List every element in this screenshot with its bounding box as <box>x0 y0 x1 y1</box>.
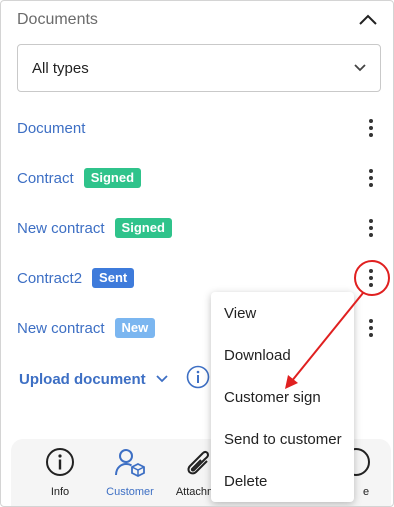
more-options-icon[interactable] <box>368 168 374 188</box>
document-type-select[interactable]: All types <box>17 44 381 92</box>
tab-customer[interactable]: Customer <box>95 447 165 498</box>
tab-label: Customer <box>106 486 154 498</box>
document-name[interactable]: Contract2 <box>17 270 82 287</box>
more-options-icon[interactable] <box>368 118 374 138</box>
document-name[interactable]: Contract <box>17 170 74 187</box>
upload-document-button[interactable]: Upload document <box>19 365 210 393</box>
document-row[interactable]: Contract2 Sent <box>17 264 381 292</box>
info-icon <box>45 447 75 482</box>
document-row[interactable]: Document <box>17 114 381 142</box>
documents-header[interactable]: Documents <box>17 9 379 31</box>
menu-item-send-to-customer[interactable]: Send to customer <box>224 431 342 448</box>
status-badge: Signed <box>114 218 172 238</box>
status-badge: New <box>114 318 156 338</box>
tab-label: e <box>362 486 370 498</box>
chevron-down-icon <box>354 59 366 77</box>
document-name[interactable]: New contract <box>17 320 105 337</box>
document-row[interactable]: Contract Signed <box>17 164 381 192</box>
menu-item-download[interactable]: Download <box>224 347 291 364</box>
more-options-icon[interactable] <box>368 268 374 288</box>
document-row[interactable]: New contract Signed <box>17 214 381 242</box>
document-name[interactable]: New contract <box>17 220 105 237</box>
section-title: Documents <box>17 11 98 28</box>
status-badge: Signed <box>83 168 142 188</box>
upload-label: Upload document <box>19 370 146 388</box>
documents-panel: Documents All types Document Contract Si… <box>0 0 394 507</box>
menu-item-view[interactable]: View <box>224 305 256 322</box>
more-options-icon[interactable] <box>368 218 374 238</box>
more-options-icon[interactable] <box>368 318 374 338</box>
chevron-down-icon <box>156 370 168 388</box>
chevron-up-icon[interactable] <box>357 9 379 31</box>
tab-label: Info <box>50 486 70 498</box>
menu-item-customer-sign[interactable]: Customer sign <box>224 389 321 406</box>
tab-info[interactable]: Info <box>25 447 95 498</box>
menu-item-delete[interactable]: Delete <box>224 473 267 490</box>
context-menu: View Download Customer sign Send to cust… <box>211 292 354 502</box>
select-value: All types <box>32 59 89 77</box>
paperclip-icon <box>181 447 211 482</box>
status-badge: Sent <box>92 268 135 288</box>
document-name[interactable]: Document <box>17 120 85 137</box>
info-icon[interactable] <box>186 365 210 394</box>
customer-icon <box>114 447 146 482</box>
